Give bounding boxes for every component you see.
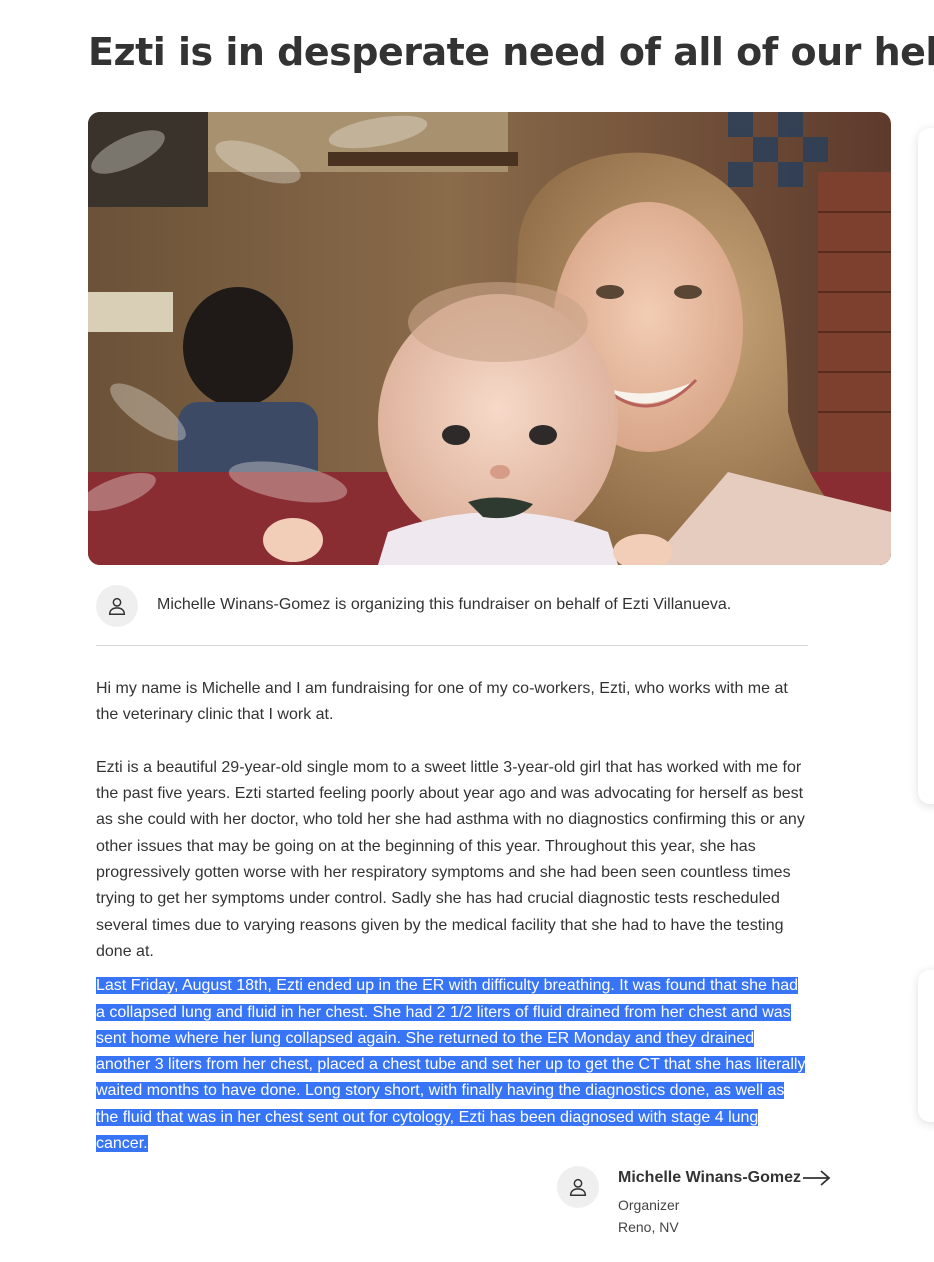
organizer-statement: Michelle Winans-Gomez is organizing this…: [157, 596, 732, 613]
story-paragraph-highlighted: Last Friday, August 18th, Ezti ended up …: [96, 973, 808, 1157]
selected-text: Last Friday, August 18th, Ezti ended up …: [96, 977, 806, 1153]
hero-photo-illustration: [88, 112, 891, 565]
story-paragraph: Ezti is a beautiful 29-year-old single m…: [96, 758, 805, 960]
story-paragraph: Hi my name is Michelle and I am fundrais…: [96, 680, 788, 724]
secondary-sidebar-card: [918, 970, 934, 1122]
organizer-card[interactable]: Michelle Winans-Gomez Organizer Reno, NV: [557, 1165, 857, 1245]
user-outline-icon: [96, 585, 138, 627]
hero-image[interactable]: [88, 112, 891, 565]
arrow-right-icon: [803, 1170, 831, 1186]
organizer-summary: Michelle Winans-Gomez is organizing this…: [96, 584, 808, 628]
campaign-title: Ezti is in desperate need of all of our …: [88, 30, 934, 74]
story-body: Hi my name is Michelle and I am fundrais…: [96, 676, 808, 1157]
donation-sidebar-card: [918, 128, 934, 804]
user-outline-icon: [557, 1166, 599, 1208]
organizer-name: Michelle Winans-Gomez: [618, 1169, 801, 1186]
organizer-role: Organizer: [618, 1197, 680, 1213]
organizer-name-link[interactable]: Michelle Winans-Gomez: [618, 1169, 831, 1187]
divider: [96, 645, 808, 646]
organizer-location: Reno, NV: [618, 1219, 679, 1235]
